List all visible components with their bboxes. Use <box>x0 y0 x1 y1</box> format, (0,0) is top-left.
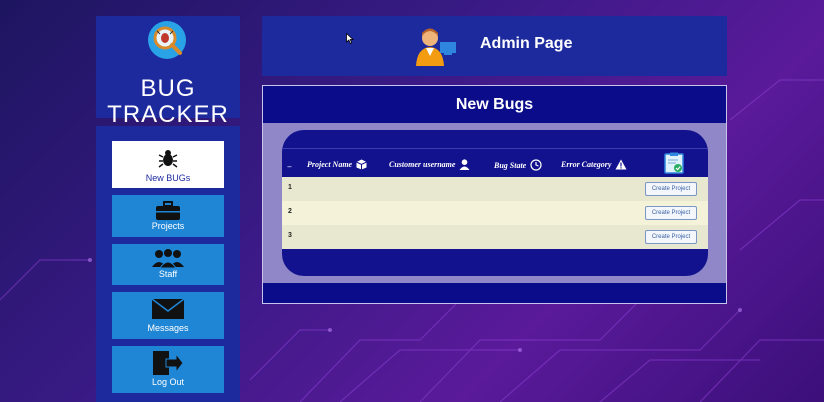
sidebar-item-label: Staff <box>158 269 178 279</box>
sidebar-item-label: Messages <box>147 323 189 333</box>
admin-avatar-icon <box>416 28 456 66</box>
sidebar-item-staff[interactable]: Staff <box>112 244 224 285</box>
bug-icon <box>112 148 224 168</box>
sidebar: New BUGs Projects Staff Messages Log Out <box>96 126 240 402</box>
sidebar-item-log-out[interactable]: Log Out <box>112 346 224 393</box>
page-title: Admin Page <box>480 35 573 52</box>
sidebar-item-projects[interactable]: Projects <box>112 195 224 237</box>
new-bugs-panel: New Bugs _ Project Name Customer usernam… <box>262 85 727 304</box>
create-project-button[interactable]: Create Project <box>645 182 697 196</box>
column-header-error-category: Error Category <box>561 159 627 170</box>
sidebar-item-label: New BUGs <box>145 173 191 183</box>
sidebar-item-label: Log Out <box>151 377 185 387</box>
column-header-actions <box>664 152 684 174</box>
row-number: 1 <box>288 184 292 191</box>
clock-icon <box>530 159 542 171</box>
warning-icon <box>615 159 627 170</box>
people-icon <box>112 248 224 268</box>
brand-name-line2: TRACKER <box>107 101 229 128</box>
sidebar-item-label: Projects <box>151 221 185 231</box>
brand-logo: BUG TRACKER <box>96 16 240 127</box>
mouse-cursor-icon <box>346 33 354 44</box>
briefcase-icon <box>112 201 224 221</box>
column-header-project-name: Project Name <box>307 159 367 170</box>
sidebar-item-messages[interactable]: Messages <box>112 292 224 339</box>
box-icon <box>356 159 367 170</box>
row-number: 3 <box>288 232 292 239</box>
table-header: _ Project Name Customer username Bug Sta… <box>282 148 708 178</box>
table-row: 3 Create Project <box>282 225 708 249</box>
sidebar-item-new-bugs[interactable]: New BUGs <box>112 141 224 188</box>
page-header: Admin Page <box>262 16 727 76</box>
create-project-button[interactable]: Create Project <box>645 230 697 244</box>
envelope-icon <box>112 298 224 320</box>
clipboard-check-icon <box>664 152 684 174</box>
logout-icon <box>112 350 224 376</box>
bug-magnifier-icon <box>148 21 186 59</box>
column-header-customer-username: Customer username <box>389 159 470 170</box>
panel-footer <box>263 283 726 303</box>
brand-name-line1: BUG <box>140 75 196 102</box>
bugs-table: _ Project Name Customer username Bug Sta… <box>282 130 708 276</box>
column-header-index: _ <box>288 159 292 168</box>
row-number: 2 <box>288 208 292 215</box>
panel-title: New Bugs <box>263 86 726 123</box>
user-icon <box>459 159 470 170</box>
table-row: 1 Create Project <box>282 177 708 201</box>
column-header-bug-state: Bug State <box>494 159 542 171</box>
table-row: 2 Create Project <box>282 201 708 225</box>
create-project-button[interactable]: Create Project <box>645 206 697 220</box>
